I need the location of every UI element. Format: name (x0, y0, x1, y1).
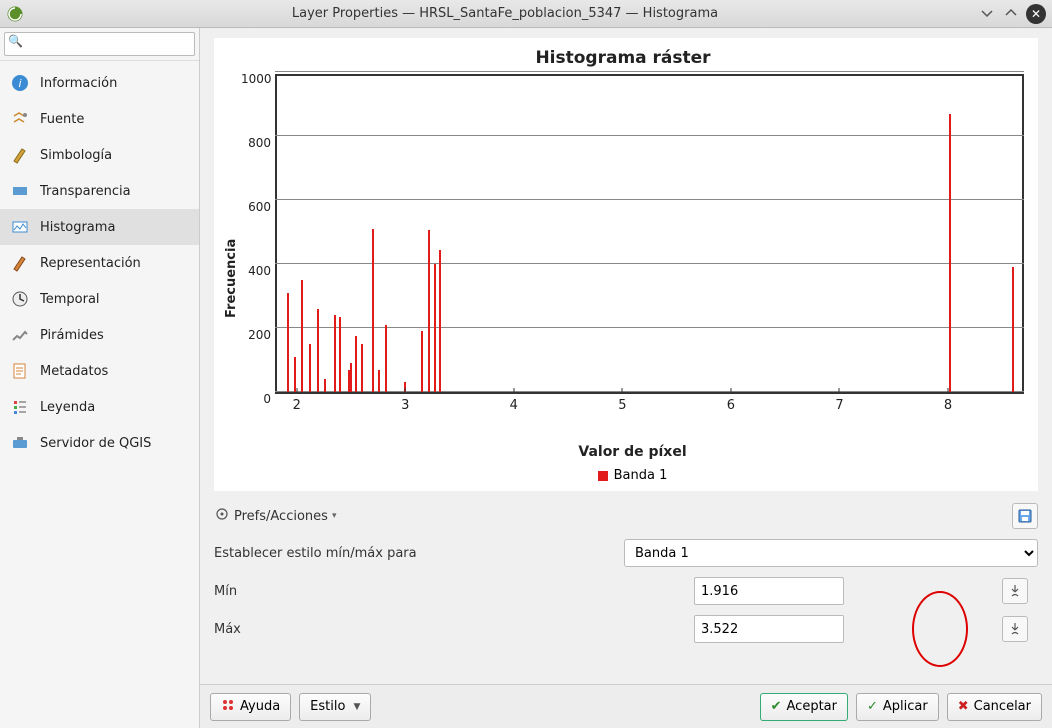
nav-icon (10, 289, 30, 309)
chart-title: Histograma ráster (222, 48, 1024, 68)
band-select[interactable]: Banda 1 (624, 539, 1038, 567)
min-label: Mín (214, 584, 624, 599)
sidebar-item-transparencia[interactable]: Transparencia (0, 173, 199, 209)
x-axis: 2345678 (275, 394, 1024, 424)
sidebar: 🔍 i Información Fuente Simbología Transparen… (0, 28, 200, 728)
titlebar: Layer Properties — HRSL_SantaFe_poblacio… (0, 0, 1052, 28)
search-icon: 🔍 (8, 34, 23, 48)
sidebar-item-label: Simbología (40, 148, 112, 163)
nav-list: i Información Fuente Simbología Transparenci… (0, 61, 199, 461)
pointer-icon (1008, 622, 1022, 636)
qgis-app-icon (6, 5, 24, 23)
y-axis-label: Frecuencia (222, 74, 241, 483)
style-button[interactable]: Estilo▼ (299, 693, 371, 721)
save-icon (1017, 508, 1033, 524)
nav-icon (10, 433, 30, 453)
check-icon: ✔ (771, 699, 782, 714)
legend: Banda 1 (241, 468, 1024, 483)
sidebar-item-histograma[interactable]: Histograma (0, 209, 199, 245)
help-button[interactable]: Ayuda (210, 693, 291, 721)
nav-icon (10, 253, 30, 273)
max-input[interactable] (694, 615, 844, 643)
dropdown-triangle-icon: ▾ (332, 511, 337, 521)
sidebar-item-pirámides[interactable]: Pirámides (0, 317, 199, 353)
max-label: Máx (214, 622, 624, 637)
maximize-button[interactable] (1002, 4, 1020, 22)
sidebar-item-leyenda[interactable]: Leyenda (0, 389, 199, 425)
prefs-actions-button[interactable]: Prefs/Acciones ▾ (214, 506, 336, 526)
svg-text:i: i (18, 77, 21, 90)
nav-icon: i (10, 73, 30, 93)
sidebar-item-fuente[interactable]: Fuente (0, 101, 199, 137)
apply-button[interactable]: ✓Aplicar (856, 693, 939, 721)
prefs-icon (214, 506, 230, 526)
x-axis-label: Valor de píxel (241, 444, 1024, 460)
nav-icon (10, 397, 30, 417)
sidebar-item-label: Metadatos (40, 364, 108, 379)
pointer-icon (1008, 584, 1022, 598)
pick-max-button[interactable] (1002, 616, 1028, 642)
sidebar-item-representación[interactable]: Representación (0, 245, 199, 281)
band-select-label: Establecer estilo mín/máx para (214, 546, 624, 561)
pick-min-button[interactable] (1002, 578, 1028, 604)
plot-area: 02004006008001000 (275, 74, 1024, 394)
nav-icon (10, 109, 30, 129)
nav-icon (10, 145, 30, 165)
sidebar-item-información[interactable]: i Información (0, 65, 199, 101)
window-title: Layer Properties — HRSL_SantaFe_poblacio… (32, 6, 978, 21)
sidebar-item-servidor-de-qgis[interactable]: Servidor de QGIS (0, 425, 199, 461)
nav-icon (10, 325, 30, 345)
sidebar-item-label: Pirámides (40, 328, 104, 343)
nav-icon (10, 181, 30, 201)
dialog-footer: Ayuda Estilo▼ ✔Aceptar ✓Aplicar ✖Cancela… (200, 684, 1052, 728)
close-button[interactable]: ✕ (1026, 4, 1046, 24)
help-icon (221, 698, 235, 716)
cancel-icon: ✖ (958, 699, 969, 714)
nav-icon (10, 217, 30, 237)
sidebar-item-label: Transparencia (40, 184, 131, 199)
nav-icon (10, 361, 30, 381)
ok-button[interactable]: ✔Aceptar (760, 693, 848, 721)
histogram-chart: Histograma ráster Frecuencia 02004006008… (214, 38, 1038, 491)
sidebar-item-label: Histograma (40, 220, 115, 235)
min-input[interactable] (694, 577, 844, 605)
sidebar-item-label: Leyenda (40, 400, 95, 415)
sidebar-item-simbología[interactable]: Simbología (0, 137, 199, 173)
dropdown-triangle-icon: ▼ (353, 702, 360, 712)
sidebar-item-label: Fuente (40, 112, 84, 127)
save-histogram-button[interactable] (1012, 503, 1038, 529)
sidebar-item-label: Temporal (40, 292, 100, 307)
sidebar-item-label: Información (40, 76, 117, 91)
sidebar-item-label: Servidor de QGIS (40, 436, 151, 451)
sidebar-item-label: Representación (40, 256, 141, 271)
sidebar-item-metadatos[interactable]: Metadatos (0, 353, 199, 389)
cancel-button[interactable]: ✖Cancelar (947, 693, 1042, 721)
legend-swatch (598, 471, 608, 481)
search-input[interactable] (4, 32, 195, 56)
minimize-button[interactable] (978, 4, 996, 22)
check-icon: ✓ (867, 699, 878, 714)
legend-label: Banda 1 (614, 468, 668, 483)
sidebar-item-temporal[interactable]: Temporal (0, 281, 199, 317)
